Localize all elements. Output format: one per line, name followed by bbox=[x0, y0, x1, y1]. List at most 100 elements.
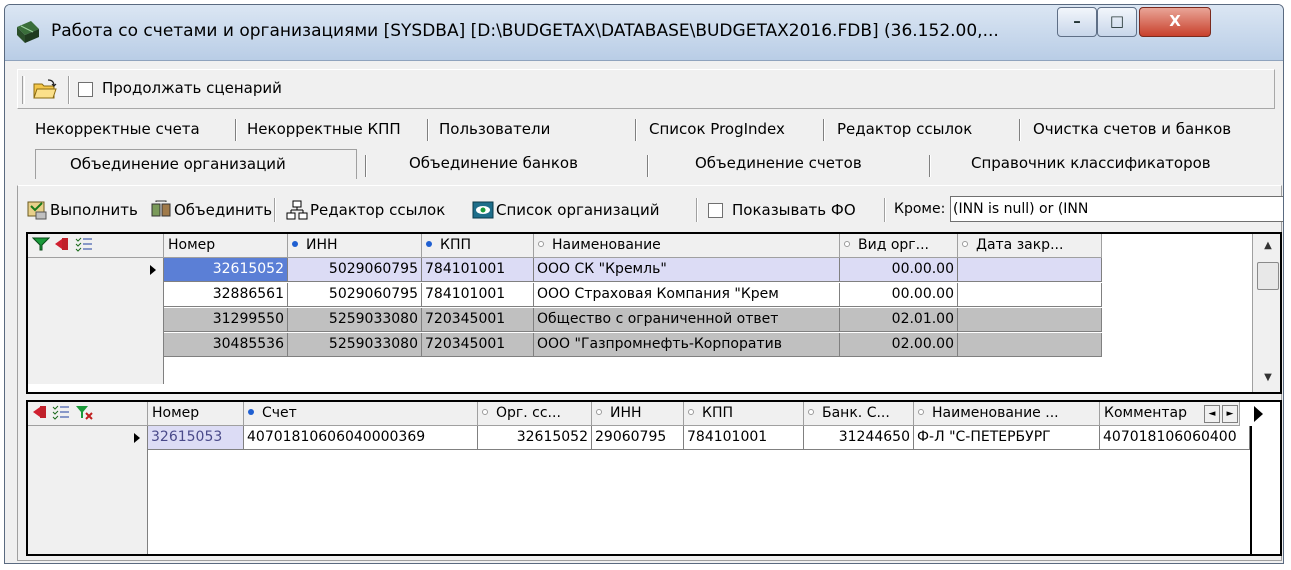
orgs-cell-name[interactable]: ООО "Газпромнефть-Корпоратив bbox=[534, 333, 840, 357]
orgs-cell-kpp[interactable]: 720345001 bbox=[422, 333, 534, 357]
link-editor-button[interactable]: Редактор ссылок bbox=[286, 196, 445, 224]
acc-col-org[interactable]: Орг. сс... bbox=[478, 402, 592, 426]
red-arrow-icon[interactable] bbox=[54, 236, 70, 252]
acc-col-bank[interactable]: Банк. С... bbox=[804, 402, 914, 426]
tab-merge-banks[interactable]: Объединение банков bbox=[409, 149, 578, 179]
acc-col-bank-name[interactable]: Наименование ... bbox=[914, 402, 1100, 426]
checklist-icon[interactable] bbox=[75, 236, 93, 252]
tab-link-editor[interactable]: Редактор ссылок bbox=[837, 115, 972, 145]
orgs-cell-num[interactable]: 32886561 bbox=[164, 283, 288, 307]
optional-marker-icon bbox=[538, 241, 544, 247]
acc-cell-bank[interactable]: 31244650 bbox=[804, 426, 914, 450]
except-filter-input[interactable]: (INN is null) or (INN bbox=[950, 196, 1283, 222]
orgs-cell-date[interactable] bbox=[958, 308, 1102, 332]
acc-cell-comment[interactable]: 407018106060400 bbox=[1100, 426, 1250, 450]
maximize-button[interactable]: □ bbox=[1097, 7, 1137, 37]
orgs-cell-num[interactable]: 30485536 bbox=[164, 333, 288, 357]
orgs-col-inn[interactable]: ИНН bbox=[288, 234, 422, 258]
tab-merge-accounts[interactable]: Объединение счетов bbox=[695, 149, 862, 179]
orgs-col-name[interactable]: Наименование bbox=[534, 234, 840, 258]
orgs-cell-inn[interactable]: 5259033080 bbox=[288, 308, 422, 332]
orgs-cell-kind[interactable]: 02.00.00 bbox=[840, 333, 958, 357]
col-label: КПП bbox=[702, 405, 733, 421]
orgs-col-close-date[interactable]: Дата закр... bbox=[958, 234, 1102, 258]
orgs-cell-date[interactable] bbox=[958, 333, 1102, 357]
acc-cell-inn[interactable]: 29060795 bbox=[592, 426, 684, 450]
more-columns-icon[interactable] bbox=[1254, 406, 1263, 422]
acc-col-kpp[interactable]: КПП bbox=[684, 402, 804, 426]
orgs-col-number[interactable]: Номер bbox=[164, 234, 288, 258]
filter-clear-icon[interactable] bbox=[75, 404, 93, 420]
tab-bad-accounts[interactable]: Некорректные счета bbox=[35, 115, 200, 145]
optional-marker-icon bbox=[844, 241, 850, 247]
link-editor-label: Редактор ссылок bbox=[310, 201, 446, 219]
except-label: Кроме: bbox=[894, 201, 946, 217]
orgs-cell-inn[interactable]: 5029060795 bbox=[288, 258, 422, 282]
scroll-up-icon[interactable]: ▲ bbox=[1255, 236, 1280, 256]
orgs-cell-name[interactable]: Общество с ограниченной ответ bbox=[534, 308, 840, 332]
tab-progindex[interactable]: Список ProgIndex bbox=[649, 115, 785, 145]
orgs-cell-num[interactable]: 31299550 bbox=[164, 308, 288, 332]
h-scroll-left-icon[interactable]: ◄ bbox=[1204, 405, 1220, 423]
accounts-grid[interactable]: Номер Счет Орг. сс... ИНН КПП Банк. С...… bbox=[26, 400, 1282, 556]
orgs-vertical-scrollbar[interactable]: ▲ ▼ bbox=[1252, 234, 1280, 392]
merge-button[interactable]: Объединить bbox=[150, 196, 272, 224]
orgs-cell-kpp[interactable]: 784101001 bbox=[422, 258, 534, 282]
orgs-cell-inn[interactable]: 5029060795 bbox=[288, 283, 422, 307]
show-fo-checkbox[interactable] bbox=[708, 203, 723, 218]
optional-marker-icon bbox=[482, 409, 488, 415]
filter-icon[interactable] bbox=[31, 236, 51, 252]
optional-marker-icon bbox=[808, 409, 814, 415]
acc-cell-kpp[interactable]: 784101001 bbox=[684, 426, 804, 450]
tab-separator bbox=[235, 119, 237, 141]
tab-users[interactable]: Пользователи bbox=[439, 115, 550, 145]
current-row-indicator-icon bbox=[134, 433, 140, 443]
red-arrow-icon[interactable] bbox=[32, 404, 48, 420]
orgs-col-kind[interactable]: Вид орг... bbox=[840, 234, 958, 258]
execute-button[interactable]: Выполнить bbox=[26, 196, 138, 224]
orgs-cell-date[interactable] bbox=[958, 258, 1102, 282]
close-button[interactable]: X bbox=[1139, 7, 1211, 37]
org-list-button[interactable]: Список организаций bbox=[472, 196, 659, 224]
required-marker-icon bbox=[426, 241, 432, 247]
toolbar-separator bbox=[696, 198, 698, 222]
orgs-col-kpp[interactable]: КПП bbox=[422, 234, 534, 258]
open-folder-icon[interactable] bbox=[32, 78, 58, 102]
scroll-down-icon[interactable]: ▼ bbox=[1255, 368, 1280, 388]
orgs-cell-date[interactable] bbox=[958, 283, 1102, 307]
orgs-cell-kind[interactable]: 02.01.00 bbox=[840, 308, 958, 332]
col-label: Наименование bbox=[552, 237, 661, 253]
orgs-grid[interactable]: Номер ИНН КПП Наименование Вид орг... Да… bbox=[26, 232, 1282, 394]
tab-cleanup[interactable]: Очистка счетов и банков bbox=[1033, 115, 1231, 145]
minimize-button[interactable]: – bbox=[1057, 7, 1097, 37]
acc-cell-num[interactable]: 32615053 bbox=[148, 426, 244, 450]
continue-scenario-checkbox[interactable] bbox=[78, 82, 93, 97]
merge-label: Объединить bbox=[174, 201, 273, 219]
optional-marker-icon bbox=[962, 241, 968, 247]
current-row-indicator-icon bbox=[150, 265, 156, 275]
scroll-thumb[interactable] bbox=[1257, 262, 1279, 290]
orgs-cell-inn[interactable]: 5259033080 bbox=[288, 333, 422, 357]
tab-classifiers[interactable]: Справочник классификаторов bbox=[971, 149, 1211, 179]
app-icon bbox=[17, 21, 39, 43]
toolbar-grip[interactable] bbox=[22, 76, 25, 104]
tab-merge-orgs[interactable]: Объединение организаций bbox=[35, 149, 357, 179]
tab-bad-kpp[interactable]: Некорректные КПП bbox=[247, 115, 401, 145]
acc-cell-org[interactable]: 32615052 bbox=[478, 426, 592, 450]
orgs-cell-name[interactable]: ООО СК "Кремль" bbox=[534, 258, 840, 282]
orgs-cell-name[interactable]: ООО Страховая Компания "Крем bbox=[534, 283, 840, 307]
checklist-icon[interactable] bbox=[52, 404, 70, 420]
title-bar[interactable]: Работа со счетами и организациями [SYSDB… bbox=[5, 5, 1283, 61]
acc-col-number[interactable]: Номер bbox=[148, 402, 244, 426]
acc-col-inn[interactable]: ИНН bbox=[592, 402, 684, 426]
orgs-cell-kpp[interactable]: 784101001 bbox=[422, 283, 534, 307]
h-scroll-right-icon[interactable]: ► bbox=[1222, 405, 1238, 423]
orgs-cell-kpp[interactable]: 720345001 bbox=[422, 308, 534, 332]
orgs-cell-num[interactable]: 32615052 bbox=[164, 258, 288, 282]
orgs-cell-kind[interactable]: 00.00.00 bbox=[840, 283, 958, 307]
acc-col-account[interactable]: Счет bbox=[244, 402, 478, 426]
acc-cell-name[interactable]: Ф-Л "С-ПЕТЕРБУРГ bbox=[914, 426, 1100, 450]
orgs-cell-kind[interactable]: 00.00.00 bbox=[840, 258, 958, 282]
col-label: Номер bbox=[168, 237, 216, 253]
acc-cell-account[interactable]: 40701810606040000369 bbox=[244, 426, 478, 450]
